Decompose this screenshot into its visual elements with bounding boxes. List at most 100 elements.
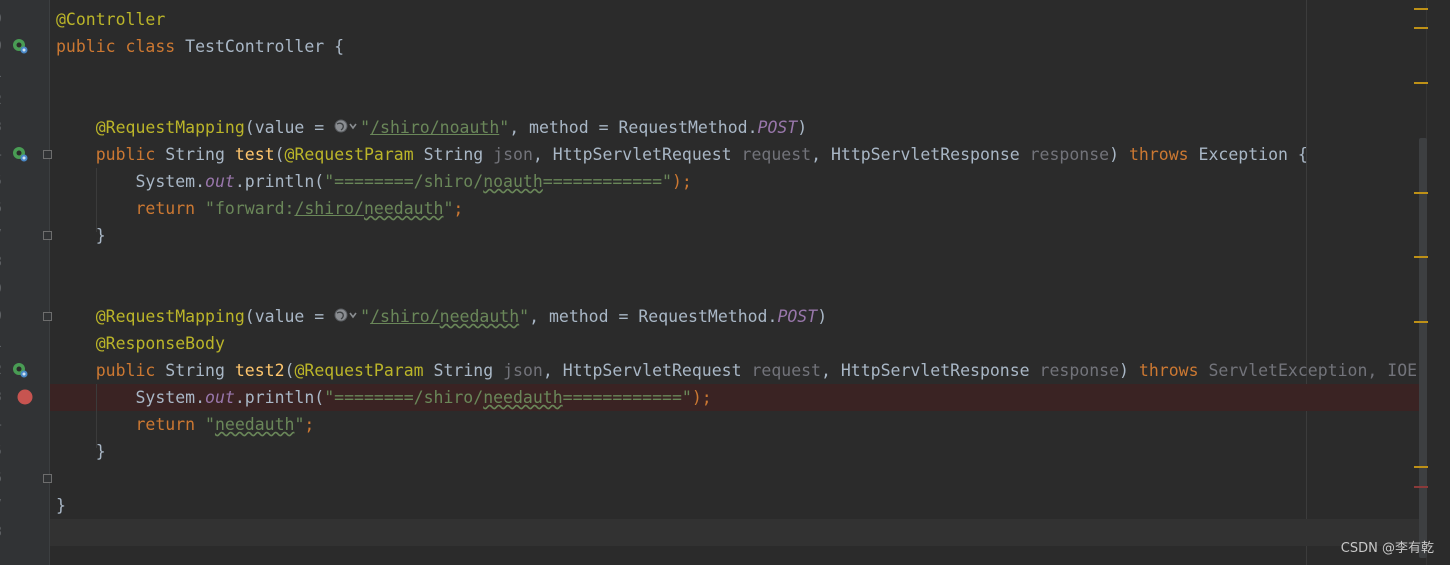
code-token: throws — [1128, 145, 1199, 164]
line-number[interactable]: 2 — [0, 87, 6, 114]
scrollbar-marker[interactable] — [1414, 321, 1428, 323]
code-token: " — [360, 307, 371, 326]
code-token: " — [294, 415, 305, 434]
vertical-scrollbar[interactable] — [1414, 0, 1450, 565]
globe-icon[interactable] — [334, 115, 360, 142]
code-line-text: public class TestController { — [56, 33, 344, 60]
globe-icon[interactable] — [334, 304, 360, 331]
code-token: @RequestMapping — [95, 118, 245, 137]
code-line[interactable] — [50, 60, 1426, 87]
line-number[interactable]: 5 — [0, 168, 6, 195]
code-line[interactable]: } — [50, 438, 1426, 465]
code-editor[interactable]: 90123456789012345678 @Controllerpublic c… — [0, 0, 1450, 565]
code-token: String — [423, 145, 494, 164]
code-token: ; — [304, 415, 315, 434]
code-token: json — [493, 145, 533, 164]
code-line[interactable]: System.out.println("========/shiro/needa… — [50, 384, 1426, 411]
line-number[interactable]: 0 — [0, 33, 6, 60]
code-token: (value = — [244, 307, 335, 326]
line-number[interactable]: 7 — [0, 222, 6, 249]
line-number[interactable]: 4 — [0, 141, 6, 168]
code-token: test — [234, 145, 275, 164]
code-token: json — [503, 361, 543, 380]
code-line[interactable]: return "forward:/shiro/needauth"; — [50, 195, 1426, 222]
code-token: } — [56, 496, 66, 515]
scrollbar-marker[interactable] — [1414, 8, 1428, 10]
code-area[interactable]: @Controller public class TestController {… — [50, 0, 1426, 565]
code-line[interactable]: @RequestMapping(value = "/shiro/noauth",… — [50, 114, 1426, 141]
line-number[interactable]: 7 — [0, 492, 6, 519]
line-number[interactable]: 6 — [0, 195, 6, 222]
code-line-text: } — [56, 438, 106, 465]
code-line[interactable] — [50, 519, 1426, 546]
code-token: ); — [671, 172, 692, 191]
scrollbar-marker[interactable] — [1414, 27, 1428, 29]
code-line[interactable] — [50, 87, 1426, 114]
code-token: System. — [56, 388, 206, 407]
scrollbar-marker[interactable] — [1414, 466, 1428, 468]
line-number[interactable]: 8 — [0, 249, 6, 276]
line-number[interactable]: 4 — [0, 411, 6, 438]
code-token: " — [519, 307, 530, 326]
code-line[interactable]: } — [50, 222, 1426, 249]
code-token: ) — [817, 307, 828, 326]
code-token: class — [125, 37, 186, 56]
code-line[interactable] — [50, 276, 1426, 303]
scrollbar-marker[interactable] — [1414, 192, 1428, 194]
line-number[interactable]: 1 — [0, 330, 6, 357]
code-line[interactable] — [50, 465, 1426, 492]
line-number[interactable]: 5 — [0, 438, 6, 465]
code-token: ); — [691, 388, 712, 407]
code-line[interactable] — [50, 249, 1426, 276]
code-line[interactable]: System.out.println("========/shiro/noaut… — [50, 168, 1426, 195]
line-number[interactable]: 9 — [0, 6, 6, 33]
line-number[interactable]: 8 — [0, 519, 6, 546]
spring-bean-icon[interactable] — [12, 362, 28, 378]
line-number[interactable]: 3 — [0, 114, 6, 141]
code-token: "========/shiro/ — [324, 172, 484, 191]
code-line-text: @RequestMapping(value = "/shiro/noauth",… — [56, 114, 807, 142]
code-token: , HttpServletRequest — [542, 361, 752, 380]
breakpoint-icon[interactable] — [17, 389, 33, 405]
code-token: , HttpServletResponse — [821, 361, 1040, 380]
line-number[interactable]: 3 — [0, 384, 6, 411]
watermark: CSDN @李有乾 — [1340, 541, 1434, 556]
scrollbar-marker[interactable] — [1414, 82, 1428, 84]
code-token: ( — [274, 145, 285, 164]
line-number[interactable]: 2 — [0, 357, 6, 384]
code-token: POST — [777, 307, 818, 326]
line-number[interactable]: 9 — [0, 276, 6, 303]
editor-gutter[interactable]: 90123456789012345678 — [0, 0, 52, 565]
code-token: } — [56, 226, 106, 245]
line-number[interactable]: 1 — [0, 60, 6, 87]
scrollbar-marker[interactable] — [1414, 256, 1428, 258]
code-line-text: return "forward:/shiro/needauth"; — [56, 195, 463, 222]
code-token: ( — [284, 361, 295, 380]
spring-bean-icon[interactable] — [12, 146, 28, 162]
code-token: String — [433, 361, 504, 380]
code-line[interactable]: @Controller — [50, 6, 1426, 33]
code-token: Exception { — [1198, 145, 1308, 164]
code-line[interactable]: public String test2(@RequestParam String… — [50, 357, 1426, 384]
code-token: request — [751, 361, 821, 380]
code-line[interactable]: } — [50, 492, 1426, 519]
line-number[interactable]: 0 — [0, 303, 6, 330]
code-token: (value = — [244, 118, 335, 137]
code-line[interactable]: @ResponseBody — [50, 330, 1426, 357]
code-line[interactable]: return "needauth"; — [50, 411, 1426, 438]
scrollbar-thumb[interactable] — [1419, 138, 1427, 558]
code-token: " — [360, 118, 371, 137]
code-line[interactable]: @RequestMapping(value = "/shiro/needauth… — [50, 303, 1426, 330]
code-line[interactable]: public class TestController { — [50, 33, 1426, 60]
line-number[interactable]: 6 — [0, 465, 6, 492]
indent-guide — [96, 168, 97, 232]
spring-bean-icon[interactable] — [12, 38, 28, 54]
scrollbar-marker[interactable] — [1414, 486, 1428, 488]
code-line[interactable]: public String test(@RequestParam String … — [50, 141, 1426, 168]
code-token: @RequestParam — [294, 361, 434, 380]
